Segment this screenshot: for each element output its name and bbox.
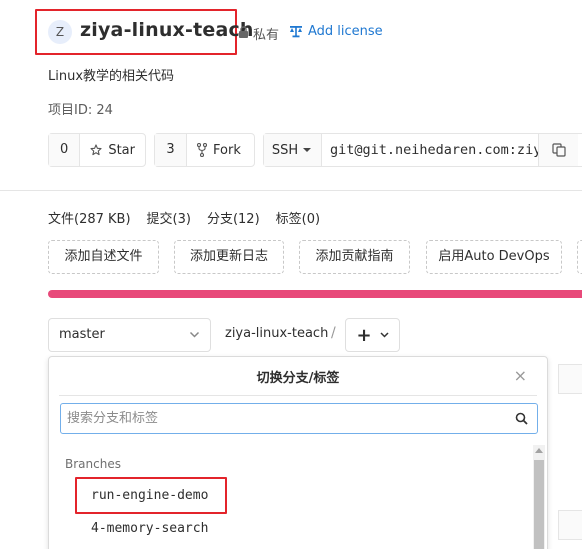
- add-contributing-button[interactable]: 添加贡献指南: [299, 240, 410, 274]
- caret-down-icon: [303, 148, 312, 152]
- fork-count[interactable]: 3: [155, 134, 187, 166]
- breadcrumb-repo[interactable]: ziya-linux-teach: [225, 326, 328, 341]
- stat-files[interactable]: 文件(287 KB): [48, 208, 131, 227]
- fork-button[interactable]: Fork: [187, 134, 251, 166]
- dropdown-scrollbar-thumb[interactable]: [534, 460, 544, 549]
- stat-branches[interactable]: 分支(12): [207, 208, 260, 227]
- copy-url-button[interactable]: [538, 134, 578, 166]
- project-stats: 文件(287 KB) 提交(3) 分支(12) 标签(0): [48, 208, 320, 227]
- clone-url-input[interactable]: git@git.neihedaren.com:ziya/ziya-linux-t…: [322, 134, 538, 166]
- branch-selector[interactable]: master: [48, 318, 211, 352]
- side-panel-fragment: [558, 364, 582, 394]
- branch-item[interactable]: 4-memory-search: [91, 521, 208, 536]
- stat-commits[interactable]: 提交(3): [147, 208, 191, 227]
- scroll-up-arrow-icon[interactable]: [535, 448, 543, 453]
- close-icon[interactable]: ×: [514, 366, 527, 385]
- star-button[interactable]: Star: [80, 134, 145, 166]
- stat-tags[interactable]: 标签(0): [276, 208, 320, 227]
- add-readme-button[interactable]: 添加自述文件: [48, 240, 159, 274]
- branch-switch-dropdown: 切换分支/标签 × Branches run-engine-demo 4-mem…: [48, 356, 548, 549]
- fork-label: Fork: [213, 142, 241, 158]
- branch-search-input[interactable]: [67, 408, 507, 429]
- project-id: 项目ID: 24: [48, 103, 113, 118]
- repo-size-bar: [48, 290, 582, 298]
- add-changelog-button[interactable]: 添加更新日志: [174, 240, 284, 274]
- chevron-down-icon: [380, 332, 389, 338]
- add-file-dropdown-button[interactable]: +: [345, 318, 400, 352]
- star-button-group: 0 Star: [48, 133, 146, 167]
- section-divider: [0, 190, 582, 191]
- ssh-dropdown-button[interactable]: SSH: [264, 134, 322, 166]
- star-label: Star: [108, 142, 135, 158]
- visibility-label: 私有: [253, 28, 280, 43]
- project-avatar: Z: [48, 20, 72, 44]
- fork-button-group: 3 Fork: [154, 133, 255, 167]
- star-icon: [90, 144, 102, 156]
- project-description: Linux教学的相关代码: [48, 69, 175, 84]
- chevron-down-icon: [189, 331, 200, 338]
- enable-autodevops-button[interactable]: 启用Auto DevOps: [426, 240, 562, 274]
- branch-selector-value: master: [59, 327, 105, 342]
- add-license-link[interactable]: Add license: [308, 24, 383, 39]
- branch-item[interactable]: run-engine-demo: [91, 488, 208, 503]
- dropdown-divider: [59, 395, 537, 396]
- search-icon: [515, 412, 528, 425]
- side-panel-fragment: [558, 510, 582, 540]
- extra-button-fragment[interactable]: [577, 240, 582, 274]
- fork-icon: [197, 143, 207, 157]
- ssh-label: SSH: [271, 142, 299, 158]
- branch-search-field[interactable]: [60, 403, 538, 434]
- breadcrumb-separator: /: [331, 325, 336, 341]
- lock-icon: [239, 26, 248, 38]
- copy-icon: [551, 143, 566, 157]
- dropdown-title: 切换分支/标签: [256, 371, 340, 386]
- plus-icon: +: [356, 324, 372, 346]
- scale-icon: [290, 26, 302, 38]
- star-count[interactable]: 0: [49, 134, 81, 166]
- project-title[interactable]: ziya-linux-teach: [80, 19, 254, 41]
- clone-url-group: SSH git@git.neihedaren.com:ziya/ziya-lin…: [263, 133, 582, 167]
- branches-section-header: Branches: [65, 457, 121, 471]
